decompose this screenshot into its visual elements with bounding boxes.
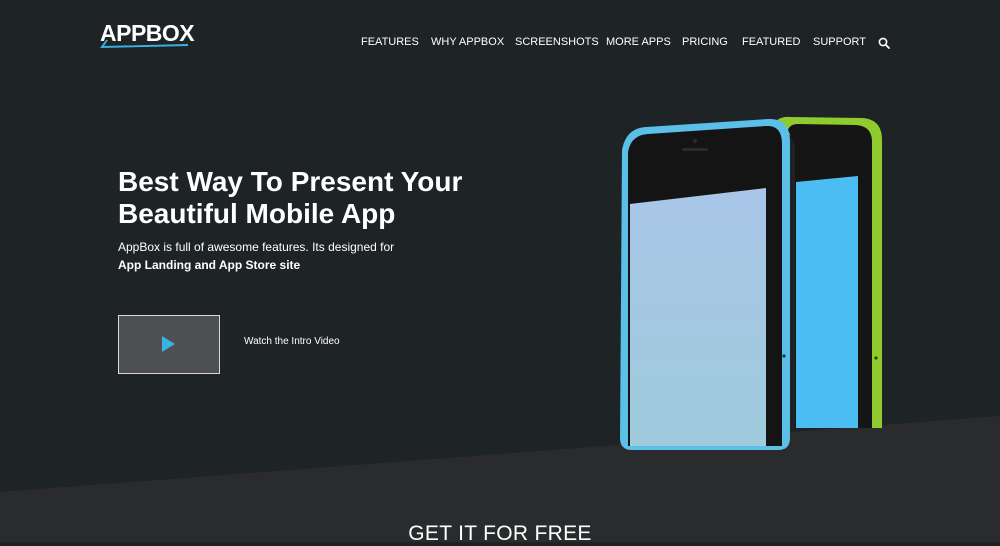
nav-pricing[interactable]: PRICING [682, 36, 728, 48]
hero-description: AppBox is full of awesome features. Its … [118, 240, 395, 254]
nav-featured[interactable]: FEATURED [742, 36, 800, 48]
phones-mockup-image [620, 116, 882, 451]
nav-support[interactable]: SUPPORT [813, 36, 866, 48]
play-icon [162, 336, 175, 352]
hero-title: Best Way To Present Your Beautiful Mobil… [118, 166, 463, 229]
nav-why-appbox[interactable]: WHY APPBOX [431, 36, 504, 48]
nav-features[interactable]: FEATURES [361, 36, 419, 48]
main-nav: FEATURES WHY APPBOX SCREENSHOTS MORE APP… [0, 36, 1000, 52]
watch-intro-video-link[interactable]: Watch the Intro Video [244, 336, 340, 347]
search-icon[interactable] [878, 37, 890, 49]
intro-video-button[interactable] [118, 315, 220, 374]
blue-phone-illustration [620, 118, 790, 451]
nav-screenshots[interactable]: SCREENSHOTS [515, 36, 599, 48]
hero-description-strong: App Landing and App Store site [118, 258, 301, 272]
get-it-for-free-heading: GET IT FOR FREE [408, 522, 592, 545]
nav-more-apps[interactable]: MORE APPS [606, 36, 671, 48]
